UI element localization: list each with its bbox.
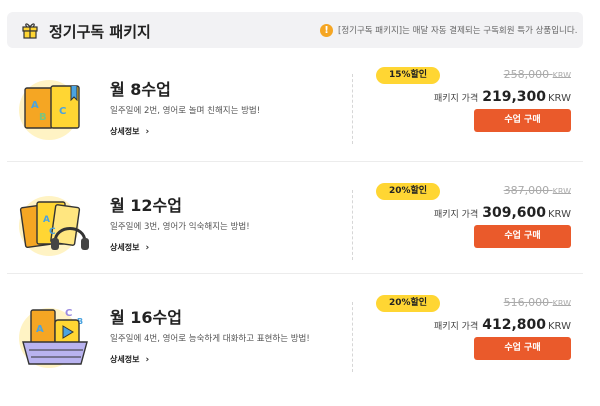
buy-button[interactable]: 수업 구매	[474, 109, 571, 132]
price-value: 309,600	[482, 205, 546, 221]
detail-link[interactable]: 상세정보 ›	[110, 242, 149, 253]
package-header: 정기구독 패키지 ! [정기구독 패키지]는 매달 자동 결제되는 구독회원 특…	[7, 12, 583, 48]
original-price-unit: KRW	[552, 299, 571, 308]
package-description: 일주일에 4번, 영어로 능숙하게 대화하고 표현하는 방법!	[110, 334, 310, 344]
original-price-value: 387,000	[503, 184, 550, 197]
svg-text:A: A	[43, 215, 50, 225]
chevron-right-icon: ›	[145, 243, 150, 253]
detail-label: 상세정보	[110, 355, 140, 364]
price-unit: KRW	[548, 209, 571, 220]
subscription-notice: [정기구독 패키지]는 매달 자동 결제되는 구독회원 특가 상품입니다.	[338, 26, 578, 36]
package-description: 일주일에 3번, 영어가 익숙해지는 방법!	[110, 222, 250, 232]
package-price: 패키지 가격 412,800 KRW	[434, 314, 571, 333]
chevron-right-icon: ›	[145, 355, 150, 365]
buy-button[interactable]: 수업 구매	[474, 225, 571, 248]
warning-icon: !	[320, 24, 333, 37]
package-name: 월 8수업	[110, 80, 171, 99]
books-headphones-icon: A C	[19, 196, 89, 256]
discount-badge: 15%할인	[376, 67, 440, 84]
page-title: 정기구독 패키지	[49, 23, 151, 41]
original-price-unit: KRW	[552, 187, 571, 196]
package-price: 패키지 가격 309,600 KRW	[434, 202, 571, 221]
discount-badge: 20%할인	[376, 183, 440, 200]
original-price-unit: KRW	[552, 71, 571, 80]
detail-label: 상세정보	[110, 243, 140, 252]
discount-badge: 20%할인	[376, 295, 440, 312]
buy-button[interactable]: 수업 구매	[474, 337, 571, 360]
divider	[352, 190, 353, 260]
price-unit: KRW	[548, 93, 571, 104]
package-card-16: C B A 월 16수업 일주일에 4번, 영어로 능숙하게 대화하고 표현하는…	[7, 288, 583, 394]
chevron-right-icon: ›	[145, 127, 150, 137]
detail-label: 상세정보	[110, 127, 140, 136]
original-price-value: 516,000	[503, 296, 550, 309]
price-value: 412,800	[482, 317, 546, 333]
price-label: 패키지 가격	[433, 322, 479, 332]
price-label: 패키지 가격	[433, 94, 479, 104]
detail-link[interactable]: 상세정보 ›	[110, 354, 149, 365]
svg-text:B: B	[39, 112, 47, 123]
package-card-8: A B C 월 8수업 일주일에 2번, 영어로 놀며 친해지는 방법! 상세정…	[7, 60, 583, 166]
svg-text:A: A	[31, 100, 39, 111]
price-value: 219,300	[482, 89, 546, 105]
original-price: 258,000 KRW	[504, 68, 571, 81]
svg-text:A: A	[36, 324, 44, 335]
original-price-value: 258,000	[503, 68, 550, 81]
gift-icon	[22, 23, 38, 39]
divider	[352, 74, 353, 144]
svg-text:C: C	[59, 106, 66, 117]
svg-text:C: C	[65, 308, 72, 319]
original-price: 516,000 KRW	[504, 296, 571, 309]
package-description: 일주일에 2번, 영어로 놀며 친해지는 방법!	[110, 106, 261, 116]
row-divider	[7, 161, 583, 162]
package-name: 월 12수업	[110, 196, 182, 215]
detail-link[interactable]: 상세정보 ›	[110, 126, 149, 137]
basket-icon: C B A	[19, 308, 88, 368]
package-card-12: A C 월 12수업 일주일에 3번, 영어가 익숙해지는 방법! 상세정보 › …	[7, 176, 583, 282]
divider	[352, 302, 353, 372]
price-label: 패키지 가격	[433, 210, 479, 220]
price-unit: KRW	[548, 321, 571, 332]
books-icon: A B C	[19, 80, 80, 140]
original-price: 387,000 KRW	[504, 184, 571, 197]
package-price: 패키지 가격 219,300 KRW	[434, 86, 571, 105]
package-name: 월 16수업	[110, 308, 182, 327]
row-divider	[7, 273, 583, 274]
